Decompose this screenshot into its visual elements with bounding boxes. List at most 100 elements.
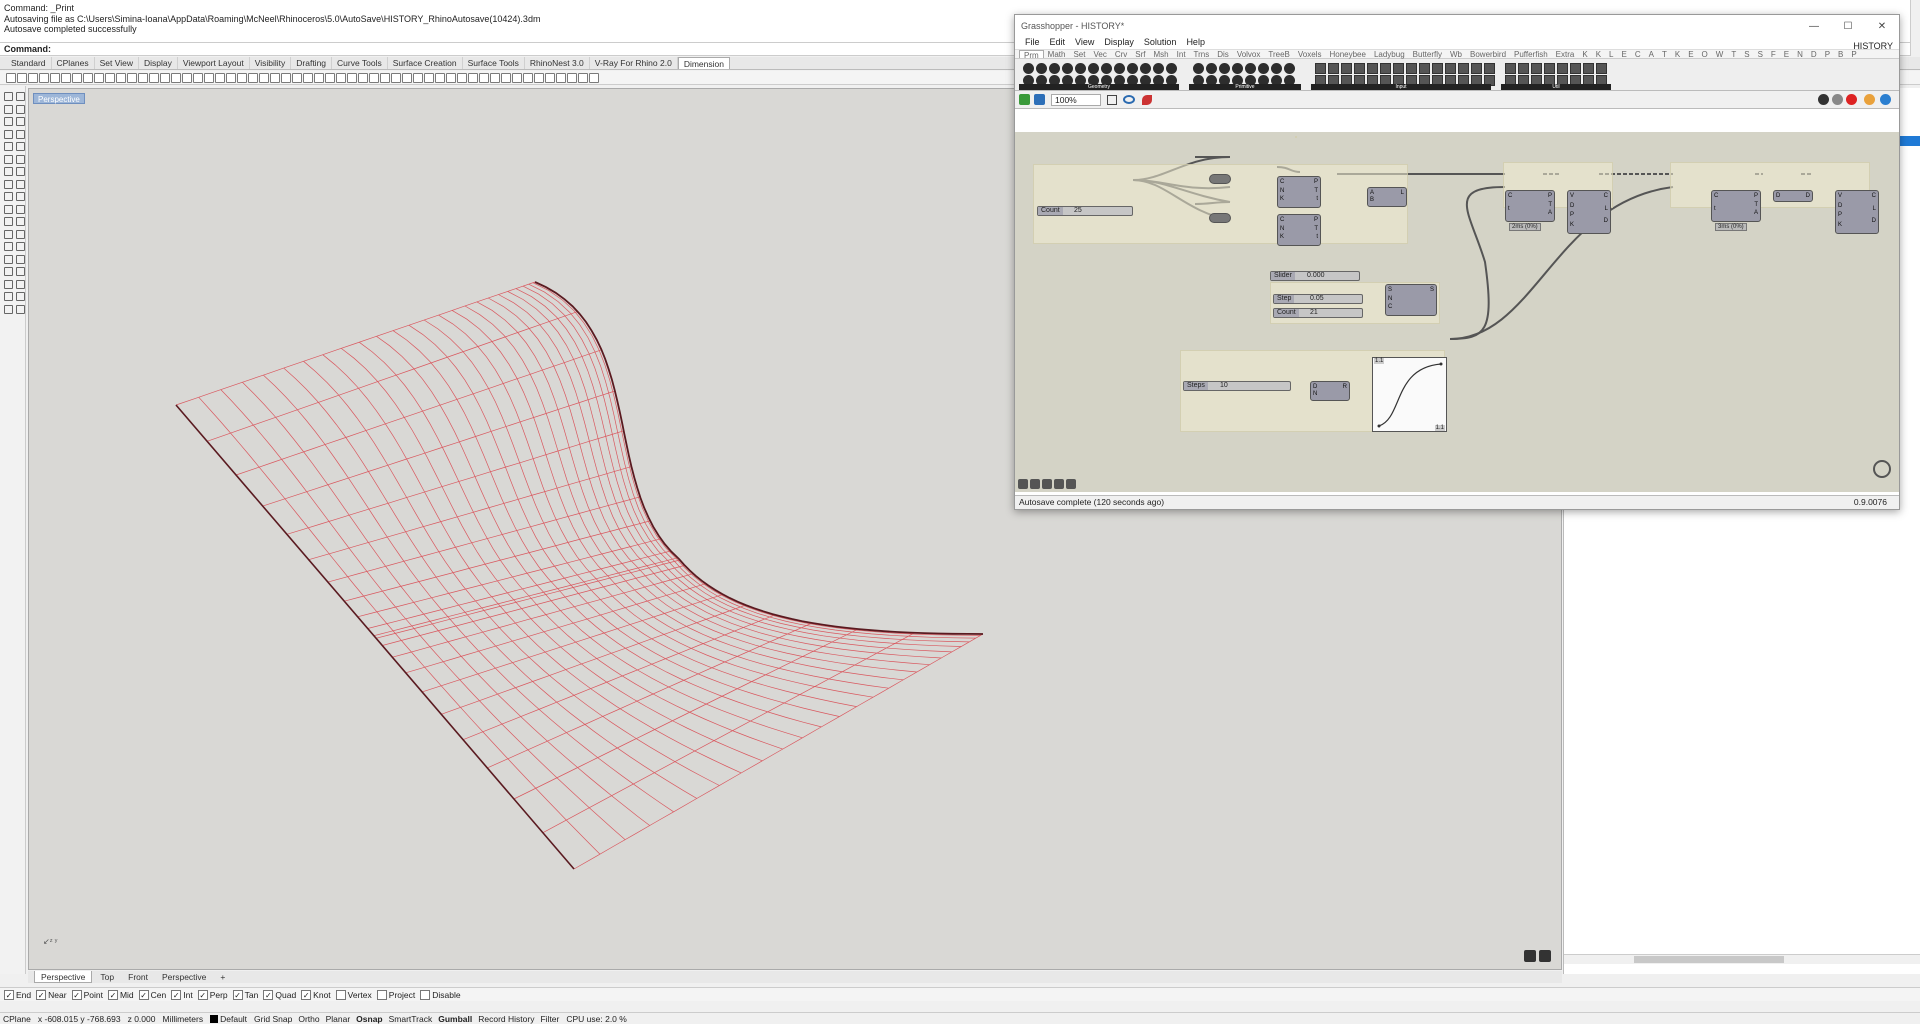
component-icon[interactable] <box>1206 63 1217 74</box>
toolbar-tool-icon[interactable] <box>259 73 269 83</box>
gh-tab[interactable]: Math <box>1044 50 1070 59</box>
component-icon[interactable] <box>1023 63 1034 74</box>
status-toggle-planar[interactable]: Planar <box>326 1014 351 1024</box>
left-tool-icon[interactable] <box>16 304 25 314</box>
status-toggle-grid-snap[interactable]: Grid Snap <box>254 1014 292 1024</box>
osnap-checkbox[interactable]: ✓ <box>197 989 208 1000</box>
toolbar-tool-icon[interactable] <box>545 73 555 83</box>
evaluate-node-2[interactable]: VDPKCLD <box>1835 190 1879 234</box>
gh-tab[interactable]: Butterfly <box>1409 50 1446 59</box>
left-tool-icon[interactable] <box>4 104 13 114</box>
brush-icon[interactable] <box>1042 479 1052 489</box>
toolbar-tool-icon[interactable] <box>534 73 544 83</box>
count-slider-2[interactable]: Count 21 <box>1273 308 1363 318</box>
left-tool-icon[interactable] <box>16 242 25 251</box>
component-icon[interactable] <box>1531 63 1542 74</box>
toolbar-tool-icon[interactable] <box>479 73 489 83</box>
count-slider[interactable]: Count 25 <box>1037 206 1133 216</box>
save-file-icon[interactable] <box>1034 94 1045 105</box>
left-tool-icon[interactable] <box>16 204 25 214</box>
osnap-tan[interactable]: ✓ Tan <box>232 989 258 1000</box>
preview-eye-icon[interactable] <box>1123 95 1135 104</box>
toolbar-tool-icon[interactable] <box>435 73 445 83</box>
osnap-checkbox[interactable]: ✓ <box>36 989 47 1000</box>
component-icon[interactable] <box>1127 63 1138 74</box>
evaluate-node-1[interactable]: VDPKCLD <box>1567 190 1611 234</box>
status-toggle-smarttrack[interactable]: SmartTrack <box>389 1014 433 1024</box>
osnap-vertex[interactable]: Vertex <box>335 989 372 1000</box>
toolbar-tool-icon[interactable] <box>248 73 258 83</box>
component-icon[interactable] <box>1140 63 1151 74</box>
left-tool-icon[interactable] <box>16 129 25 139</box>
status-toggle-ortho[interactable]: Ortho <box>298 1014 319 1024</box>
gh-tab[interactable]: TreeB <box>1264 50 1294 59</box>
component-icon[interactable] <box>1232 63 1243 74</box>
component-icon[interactable] <box>1245 63 1256 74</box>
status-toggle-record-history[interactable]: Record History <box>478 1014 534 1024</box>
left-tool-icon[interactable] <box>16 229 25 239</box>
range-node[interactable]: DN R <box>1310 381 1350 401</box>
material-icon[interactable] <box>1864 94 1875 105</box>
component-icon[interactable] <box>1284 63 1295 74</box>
left-tool-icon[interactable] <box>4 304 13 314</box>
osnap-checkbox[interactable]: ✓ <box>263 989 274 1000</box>
component-icon[interactable] <box>1341 63 1352 74</box>
toolbar-tool-icon[interactable] <box>578 73 588 83</box>
toolbar-tool-icon[interactable] <box>468 73 478 83</box>
left-tool-icon[interactable] <box>16 254 25 264</box>
toolbar-tool-icon[interactable] <box>512 73 522 83</box>
gh-tab[interactable]: Vec <box>1089 50 1110 59</box>
gh-menu-file[interactable]: File <box>1025 37 1040 49</box>
render-icon[interactable] <box>1880 94 1891 105</box>
status-toggle-osnap[interactable]: Osnap <box>356 1014 382 1024</box>
toolbar-tool-icon[interactable] <box>336 73 346 83</box>
gh-tab[interactable]: Srf <box>1131 50 1149 59</box>
camera-icon[interactable] <box>1539 950 1551 962</box>
toolbar-tab[interactable]: Viewport Layout <box>178 57 250 69</box>
left-tool-icon[interactable] <box>4 217 13 226</box>
left-tool-icon[interactable] <box>4 167 13 176</box>
lock-icon[interactable] <box>1524 950 1536 962</box>
toolbar-tool-icon[interactable] <box>17 73 27 83</box>
osnap-near[interactable]: ✓ Near <box>36 989 67 1000</box>
osnap-checkbox[interactable] <box>376 989 387 1000</box>
osnap-quad[interactable]: ✓ Quad <box>263 989 296 1000</box>
gh-tab[interactable]: N <box>1793 50 1807 59</box>
left-tool-icon[interactable] <box>16 267 25 276</box>
grasshopper-titlebar[interactable]: Grasshopper - HISTORY* — ☐ ✕ <box>1015 15 1899 37</box>
component-icon[interactable] <box>1557 63 1568 74</box>
toolbar-tool-icon[interactable] <box>204 73 214 83</box>
curve-param-a[interactable] <box>1209 174 1231 184</box>
toolbar-tool-icon[interactable] <box>83 73 93 83</box>
component-icon[interactable] <box>1036 63 1047 74</box>
gh-tab[interactable]: Trns <box>1190 50 1214 59</box>
toolbar-tool-icon[interactable] <box>182 73 192 83</box>
gh-tab[interactable]: Ladybug <box>1370 50 1409 59</box>
left-tool-icon[interactable] <box>16 167 25 176</box>
component-icon[interactable] <box>1544 63 1555 74</box>
toolbar-tool-icon[interactable] <box>490 73 500 83</box>
toolbar-tool-icon[interactable] <box>138 73 148 83</box>
component-icon[interactable] <box>1393 63 1404 74</box>
toolbar-tool-icon[interactable] <box>39 73 49 83</box>
osnap-checkbox[interactable] <box>420 989 431 1000</box>
toolbar-tool-icon[interactable] <box>6 73 16 83</box>
toolbar-tool-icon[interactable] <box>413 73 423 83</box>
osnap-checkbox[interactable]: ✓ <box>171 989 182 1000</box>
component-icon[interactable] <box>1193 63 1204 74</box>
left-tool-icon[interactable] <box>16 104 25 114</box>
toolbar-tool-icon[interactable] <box>589 73 599 83</box>
component-icon[interactable] <box>1075 63 1086 74</box>
grasshopper-document-name[interactable]: HISTORY <box>1853 41 1893 51</box>
component-icon[interactable] <box>1328 63 1339 74</box>
left-tool-icon[interactable] <box>4 192 13 201</box>
gh-tab[interactable]: Int <box>1173 50 1190 59</box>
toolbar-tool-icon[interactable] <box>215 73 225 83</box>
component-icon[interactable] <box>1219 63 1230 74</box>
divide-curve-node-b[interactable]: CNK PTt <box>1277 214 1321 246</box>
component-icon[interactable] <box>1505 63 1516 74</box>
component-icon[interactable] <box>1583 63 1594 74</box>
left-tool-icon[interactable] <box>4 129 13 139</box>
osnap-checkbox[interactable] <box>335 989 346 1000</box>
grasshopper-window[interactable]: Grasshopper - HISTORY* — ☐ ✕ File Edit Vie… <box>1014 14 1900 510</box>
